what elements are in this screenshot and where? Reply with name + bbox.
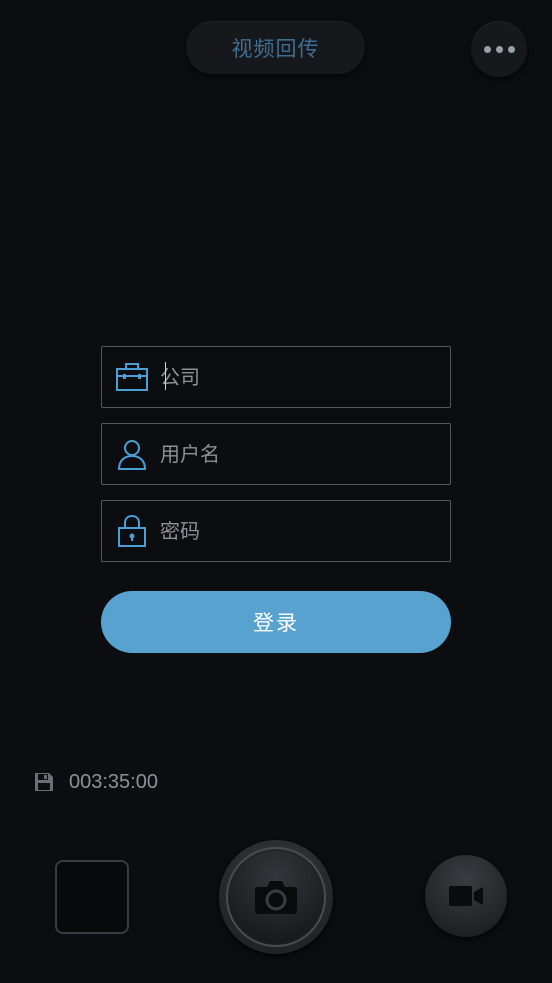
user-icon [102, 424, 162, 484]
app-screen: 视频回传 公司 用户名 登录 003:35:00 [0, 0, 552, 983]
username-field[interactable] [101, 423, 451, 485]
password-input[interactable] [160, 511, 450, 551]
more-dots-icon [483, 45, 491, 53]
more-dots-icon [507, 45, 515, 53]
save-disk-icon [34, 772, 54, 792]
remaining-record-time: 003:35:00 [69, 770, 158, 793]
shutter-face [230, 851, 322, 943]
gallery-thumbnail[interactable] [55, 860, 129, 934]
mode-toggle-button[interactable]: 视频回传 [186, 21, 365, 74]
more-dots-icon [495, 45, 503, 53]
more-options-button[interactable] [471, 21, 527, 77]
username-input[interactable] [160, 434, 450, 474]
shutter-button[interactable] [219, 840, 333, 954]
briefcase-icon [102, 347, 162, 407]
camera-icon [255, 881, 297, 914]
password-field[interactable] [101, 500, 451, 562]
company-field[interactable] [101, 346, 451, 408]
login-button[interactable]: 登录 [101, 591, 451, 653]
video-camera-icon [449, 886, 483, 906]
shutter-ring [226, 847, 326, 947]
text-cursor [165, 362, 166, 390]
video-record-button[interactable] [425, 855, 507, 937]
lock-icon [102, 501, 162, 561]
storage-indicator: 003:35:00 [34, 768, 158, 796]
mode-label: 视频回传 [231, 36, 320, 61]
company-input[interactable] [160, 357, 450, 397]
